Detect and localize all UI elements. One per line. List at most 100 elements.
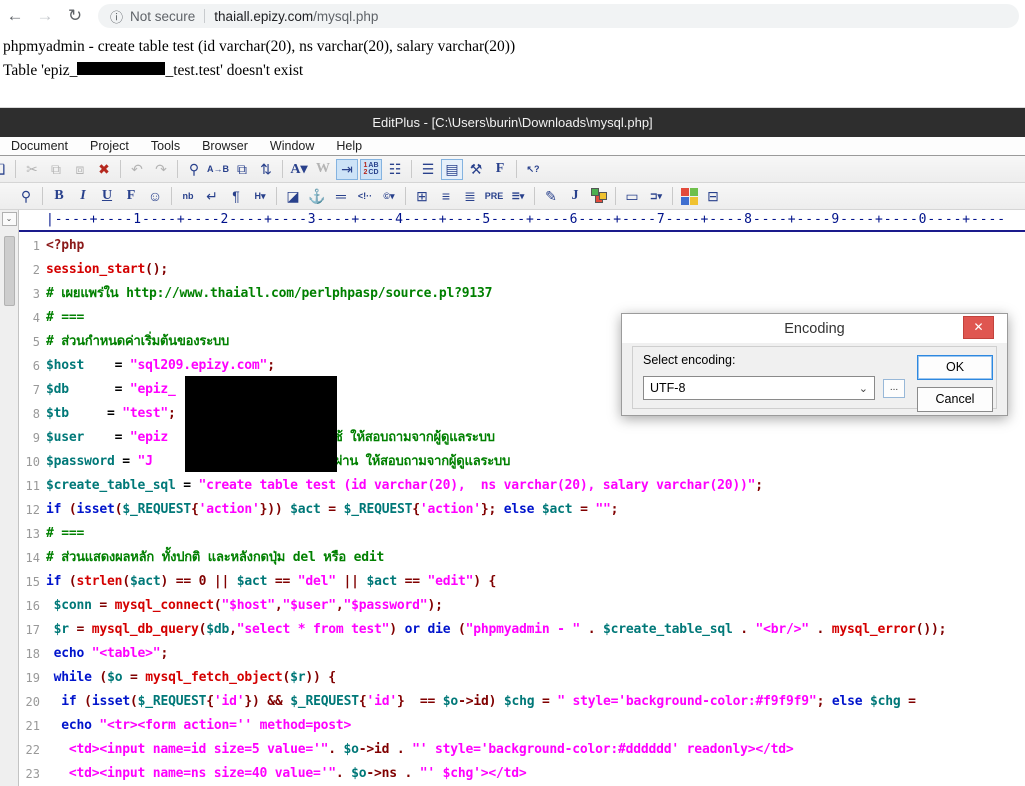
table-icon[interactable]: ⊞: [411, 186, 433, 207]
code-line[interactable]: 22 <td><input name=id size=5 value='". $…: [19, 738, 1025, 762]
line-number: 22: [25, 743, 40, 757]
sidebar-icon[interactable]: ▤: [441, 158, 463, 180]
code-line[interactable]: 2 session_start();: [19, 258, 1025, 282]
replace-icon[interactable]: A→B: [207, 159, 229, 180]
line-number: 14: [25, 551, 40, 565]
more-button[interactable]: ...: [883, 379, 905, 398]
line-break-icon[interactable]: ↵: [201, 186, 223, 207]
code-line[interactable]: 15 if (strlen($act) == 0 || $act == "del"…: [19, 570, 1025, 594]
hr-icon[interactable]: ═: [330, 186, 352, 207]
word-wrap-icon[interactable]: W: [312, 159, 334, 180]
code-line[interactable]: 19 while ($o = mysql_fetch_object($r)) {: [19, 666, 1025, 690]
line-number: 13: [25, 527, 40, 541]
page-line-1: phpmyadmin - create table test (id varch…: [3, 38, 516, 55]
menu-help[interactable]: Help: [325, 139, 373, 153]
security-label: Not secure: [130, 8, 196, 24]
toolbar-separator: [672, 187, 673, 205]
line-number: 10: [25, 455, 40, 469]
paste-icon[interactable]: ⧈: [69, 159, 91, 180]
context-help-icon[interactable]: ↖?: [522, 159, 544, 180]
menu-document[interactable]: Document: [0, 139, 79, 153]
code-line[interactable]: 17 $r = mysql_db_query($db,"select * fro…: [19, 618, 1025, 642]
code-text: <td><input name=ns size=40 value='". $o-…: [68, 766, 527, 781]
menu-tools[interactable]: Tools: [140, 139, 191, 153]
code-line[interactable]: 9 $user = "epiz ช้ ให้สอบถามจากผู้ดูแลระบบ: [19, 426, 1025, 450]
fullscreen-icon[interactable]: F: [489, 159, 511, 180]
nbsp-icon[interactable]: nb: [177, 186, 199, 207]
redo-icon[interactable]: ↷: [150, 159, 172, 180]
right-align-icon[interactable]: ≣: [459, 186, 481, 207]
anchor-icon[interactable]: ⚓: [306, 186, 328, 207]
line-number: 7: [32, 383, 40, 397]
encoding-select[interactable]: UTF-8 ⌄: [643, 376, 875, 400]
copy-icon[interactable]: ⧉: [45, 159, 67, 180]
script-icon[interactable]: ✎: [540, 186, 562, 207]
delete-icon[interactable]: ✖: [93, 159, 115, 180]
find-icon[interactable]: ⚲: [183, 159, 205, 180]
copyright-icon[interactable]: ©▾: [378, 186, 400, 207]
browser-window-icon[interactable]: [678, 186, 700, 207]
editplus-title-bar[interactable]: EditPlus - [C:\Users\burin\Downloads\mys…: [0, 107, 1025, 137]
code-line[interactable]: 1 <?php: [19, 234, 1025, 258]
code-line[interactable]: 16 $conn = mysql_connect("$host","$user"…: [19, 594, 1025, 618]
wrap-indicator-icon[interactable]: ⇥: [336, 158, 358, 180]
paragraph-icon[interactable]: ¶: [225, 186, 247, 207]
info-icon[interactable]: ⓘ: [110, 7, 123, 26]
folder-icon[interactable]: ▭: [621, 186, 643, 207]
code-line[interactable]: 23 <td><input name=ns size=40 value='". …: [19, 762, 1025, 786]
toolbar-separator: [15, 160, 16, 178]
line-number: 11: [25, 479, 40, 493]
close-icon[interactable]: ✕: [963, 316, 994, 339]
code-text: # ===: [46, 310, 85, 325]
code-line[interactable]: 3 # เผยแพร่ใน http://www.thaiall.com/perl…: [19, 282, 1025, 306]
objects-icon[interactable]: [588, 186, 610, 207]
font-icon[interactable]: A▾: [288, 159, 310, 180]
refresh-icon[interactable]: ↻: [60, 6, 90, 26]
comment-icon[interactable]: <!··: [354, 186, 376, 207]
dialog-title-bar[interactable]: Encoding ✕: [622, 314, 1007, 343]
pre-icon[interactable]: PRE: [483, 186, 505, 207]
italic-icon[interactable]: I: [72, 186, 94, 207]
encoding-value: UTF-8: [650, 381, 686, 395]
line-number-icon[interactable]: 1AB 2CD: [360, 158, 382, 180]
code-text: # ส่วนกำหนดค่าเริ่มต้นของระบบ: [46, 334, 230, 349]
menu-browser[interactable]: Browser: [191, 139, 259, 153]
code-line[interactable]: 11 $create_table_sql = "create table test…: [19, 474, 1025, 498]
cut-icon[interactable]: ✂: [21, 159, 43, 180]
tag-select-icon[interactable]: ⊐▾: [645, 186, 667, 207]
output-window-icon[interactable]: ☰: [417, 159, 439, 180]
code-line[interactable]: 20 if (isset($_REQUEST{'id'}) && $_REQUE…: [19, 690, 1025, 714]
code-line[interactable]: 12 if (isset($_REQUEST{'action'})) $act =…: [19, 498, 1025, 522]
browser-preview-icon[interactable]: ⚲: [15, 186, 37, 207]
emoticon-icon[interactable]: ☺: [144, 186, 166, 207]
forward-icon[interactable]: →: [30, 6, 60, 26]
center-align-icon[interactable]: ≡: [435, 186, 457, 207]
javascript-icon[interactable]: J: [564, 186, 586, 207]
sort-icon[interactable]: ⇅: [255, 159, 277, 180]
menu-project[interactable]: Project: [79, 139, 140, 153]
frames-icon[interactable]: ⊟: [702, 186, 724, 207]
image-icon[interactable]: ◪: [282, 186, 304, 207]
underline-icon[interactable]: U: [96, 186, 118, 207]
list-icon[interactable]: ☰▾: [507, 186, 529, 207]
new-document-icon[interactable]: ❏: [0, 159, 10, 180]
cliptext-dropdown-icon[interactable]: ⌄: [1, 212, 17, 226]
undo-icon[interactable]: ↶: [126, 159, 148, 180]
code-line[interactable]: 18 echo "<table>";: [19, 642, 1025, 666]
menu-window[interactable]: Window: [259, 139, 325, 153]
code-line[interactable]: 21 echo "<tr><form action='' method=post…: [19, 714, 1025, 738]
bold-icon[interactable]: B: [48, 186, 70, 207]
back-icon[interactable]: ←: [0, 6, 30, 26]
scrollbar-thumb[interactable]: [3, 236, 15, 306]
url-bar[interactable]: ⓘ Not secure thaiall.epizy.com/mysql.php: [98, 4, 1019, 28]
cancel-button[interactable]: Cancel: [917, 387, 993, 412]
ok-button[interactable]: OK: [917, 355, 993, 380]
code-line[interactable]: 14 # ส่วนแสดงผลหลัก ทั้งปกติ และหลังกดปุ่…: [19, 546, 1025, 570]
copy-all-icon[interactable]: ⧉: [231, 159, 253, 180]
user-toolbar-icon[interactable]: ⚒: [465, 159, 487, 180]
function-list-icon[interactable]: ☷: [384, 159, 406, 180]
code-line[interactable]: 10 $password = "J ผ่าน ให้สอบถามจากผู้ดูแล…: [19, 450, 1025, 474]
heading-icon[interactable]: H▾: [249, 186, 271, 207]
code-line[interactable]: 13 # ===: [19, 522, 1025, 546]
font-tag-icon[interactable]: F: [120, 186, 142, 207]
